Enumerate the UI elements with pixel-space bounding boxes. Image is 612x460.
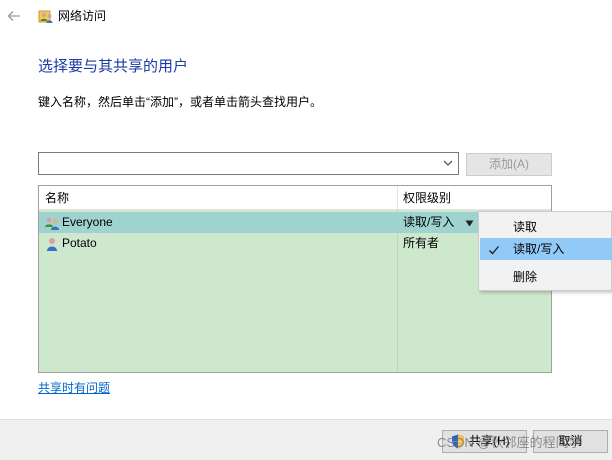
column-divider[interactable] [397, 186, 398, 210]
sharing-help-link[interactable]: 共享时有问题 [38, 380, 110, 396]
list-row-everyone[interactable]: Everyone 读取/写入 [39, 212, 551, 233]
triangle-down-icon[interactable] [465, 217, 474, 227]
back-button[interactable] [4, 6, 24, 26]
list-row-potato[interactable]: Potato 所有者 [39, 233, 551, 254]
group-users-icon [44, 215, 60, 231]
row-permission: 所有者 [403, 236, 440, 250]
menu-item-read-write[interactable]: 读取/写入 [480, 238, 612, 260]
title-bar: 网络访问 [0, 0, 612, 32]
user-name-combobox[interactable] [38, 152, 459, 175]
list-header: 名称 权限级别 [39, 186, 551, 210]
watermark-text: CSDN @秋邻座的程同学 [437, 435, 582, 450]
menu-item-label: 读取/写入 [513, 242, 565, 256]
row-permission[interactable]: 读取/写入 [403, 214, 454, 230]
instruction-text: 键入名称，然后单击“添加”，或者单击箭头查找用户。 [38, 95, 322, 109]
window-title: 网络访问 [58, 9, 107, 23]
menu-item-delete[interactable]: 删除 [480, 266, 612, 288]
checkmark-icon [487, 242, 501, 256]
arrow-left-icon [7, 11, 20, 21]
user-icon [44, 236, 60, 252]
column-header-permission[interactable]: 权限级别 [403, 190, 451, 206]
page-heading: 选择要与其共享的用户 [38, 58, 189, 75]
column-header-name[interactable]: 名称 [45, 190, 69, 206]
row-user-name: Potato [62, 236, 97, 250]
row-user-name: Everyone [62, 215, 113, 229]
menu-item-label: 读取 [513, 220, 538, 234]
menu-item-read[interactable]: 读取 [480, 216, 612, 238]
network-share-icon [38, 8, 54, 24]
menu-item-label: 删除 [513, 270, 538, 284]
permission-menu: 读取 读取/写入 删除 [478, 211, 612, 291]
chevron-down-icon[interactable] [441, 156, 455, 170]
add-button[interactable]: 添加(A) [466, 153, 552, 176]
user-permission-list[interactable]: 名称 权限级别 Everyone 读取/写入 Potato 所有者 [38, 185, 552, 373]
